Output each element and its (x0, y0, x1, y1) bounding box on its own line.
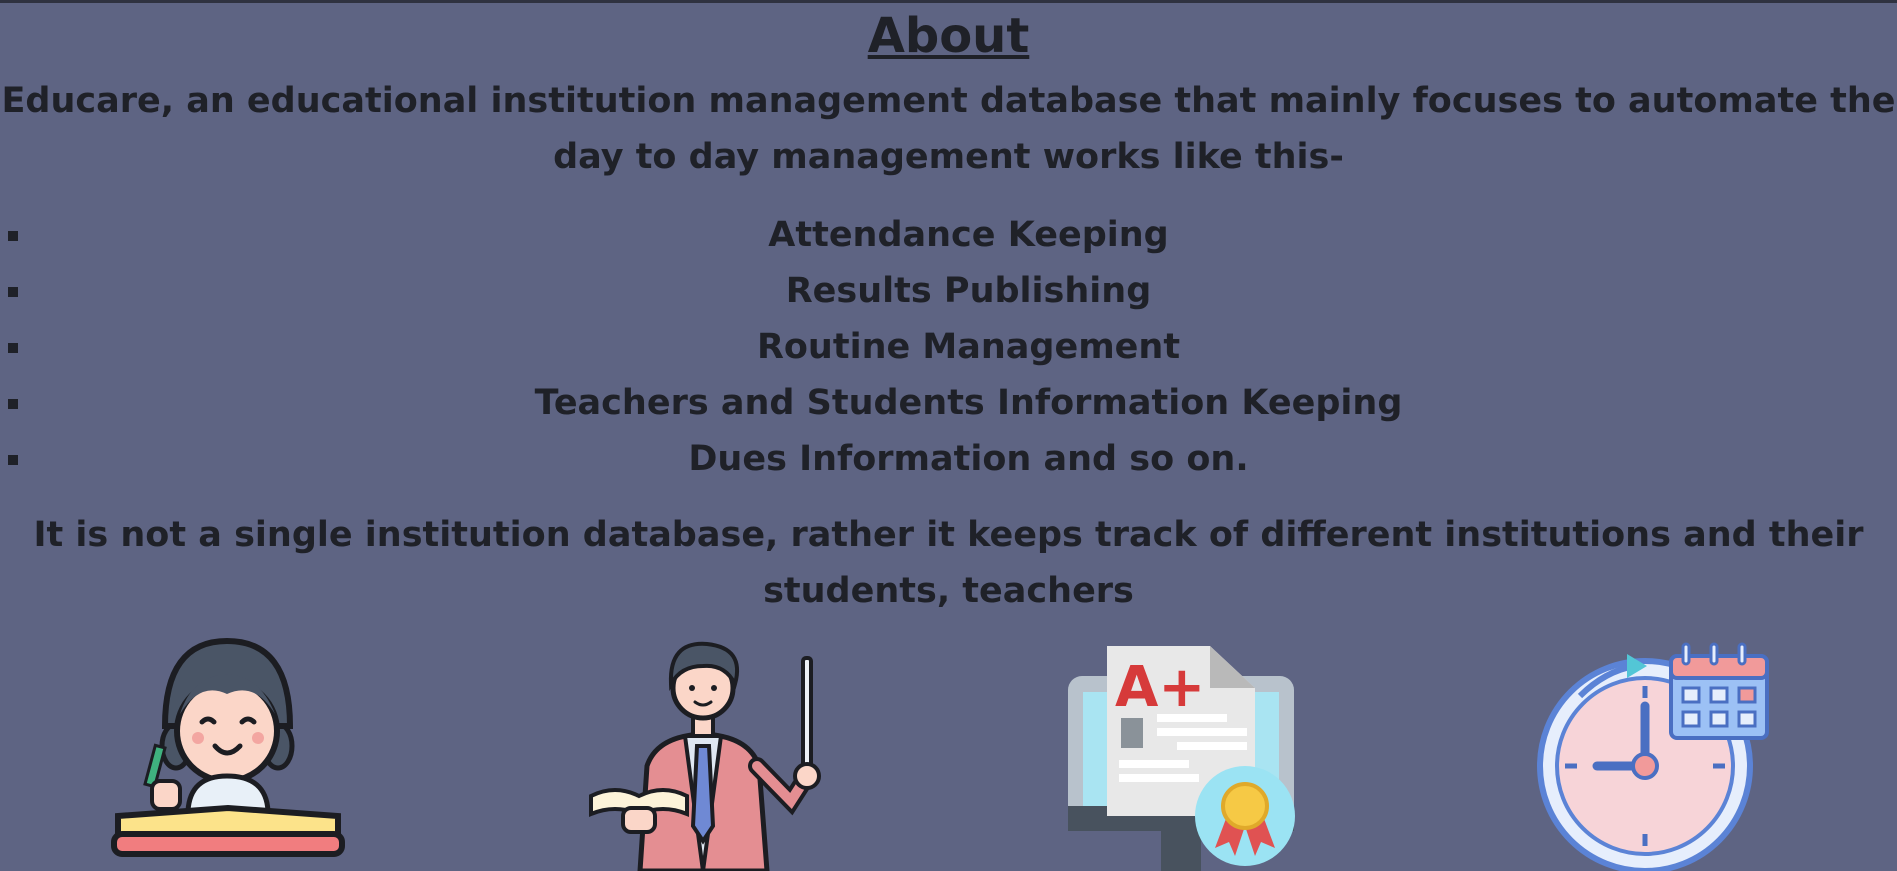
feature-label: Dues Information and so on. (688, 439, 1249, 479)
bullet-icon (8, 455, 18, 465)
student-writing-icon (110, 636, 350, 871)
list-item: Dues Information and so on. (0, 431, 1897, 487)
list-item: Results Publishing (0, 263, 1897, 319)
page-title: About (867, 8, 1030, 64)
feature-label: Attendance Keeping (768, 215, 1169, 255)
bullet-icon (8, 343, 18, 353)
feature-label: Teachers and Students Information Keepin… (534, 383, 1403, 423)
list-item: Attendance Keeping (0, 207, 1897, 263)
clock-calendar-icon (1535, 636, 1775, 871)
outro-paragraph: It is not a single institution database,… (33, 515, 1864, 611)
bullet-icon (8, 231, 18, 241)
list-item: Teachers and Students Information Keepin… (0, 375, 1897, 431)
list-item: Routine Management (0, 319, 1897, 375)
result-certificate-monitor-icon: A+ (1065, 636, 1305, 871)
grade-text: A+ (1115, 655, 1205, 720)
teacher-pointer-icon (585, 636, 825, 871)
top-border (0, 0, 1897, 3)
intro-paragraph: Educare, an educational institution mana… (1, 81, 1896, 177)
bullet-icon (8, 287, 18, 297)
feature-list: Attendance Keeping Results Publishing Ro… (0, 207, 1897, 487)
bullet-icon (8, 399, 18, 409)
feature-label: Routine Management (756, 327, 1181, 367)
feature-label: Results Publishing (785, 271, 1152, 311)
